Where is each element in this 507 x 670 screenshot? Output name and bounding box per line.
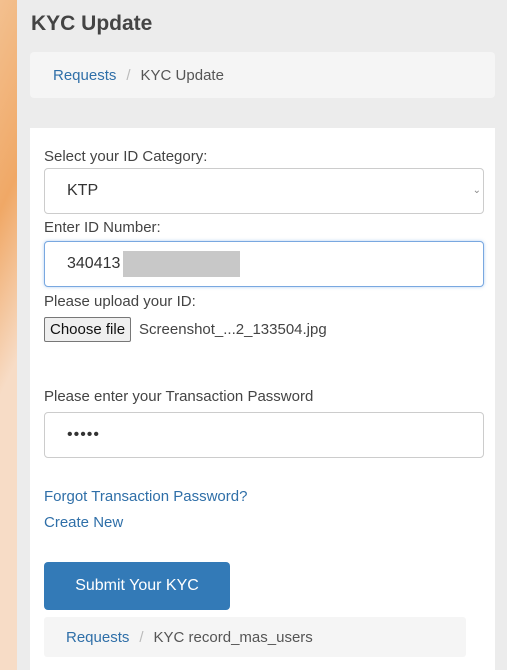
id-number-input[interactable]: 340413	[44, 241, 484, 287]
password-value: •••••	[67, 426, 101, 443]
breadcrumb-current: KYC Update	[140, 66, 224, 84]
file-upload: Choose file Screenshot_...2_133504.jpg	[44, 317, 327, 342]
breadcrumb-requests-link[interactable]: Requests	[53, 67, 116, 84]
id-category-select[interactable]: KTP ⌄	[44, 168, 484, 214]
breadcrumb2-requests-link[interactable]: Requests	[66, 629, 129, 646]
secondary-breadcrumb: Requests / KYC record_mas_users	[44, 617, 466, 657]
breadcrumb: Requests / KYC Update	[30, 52, 495, 98]
password-label: Please enter your Transaction Password	[44, 388, 314, 405]
upload-label: Please upload your ID:	[44, 293, 196, 310]
id-category-label: Select your ID Category:	[44, 148, 208, 165]
kyc-form: Select your ID Category: KTP ⌄ Enter ID …	[30, 128, 495, 670]
transaction-password-input[interactable]: •••••	[44, 412, 484, 458]
redaction-block	[123, 251, 241, 277]
id-category-value: KTP	[67, 182, 99, 199]
id-number-label: Enter ID Number:	[44, 219, 161, 236]
breadcrumb-separator: /	[126, 66, 131, 84]
breadcrumb2-separator: /	[139, 628, 144, 646]
forgot-password-link[interactable]: Forgot Transaction Password?	[44, 488, 247, 505]
selected-file-name: Screenshot_...2_133504.jpg	[139, 321, 327, 338]
choose-file-button[interactable]: Choose file	[44, 317, 132, 342]
chevron-down-icon: ⌄	[472, 185, 481, 196]
create-new-link[interactable]: Create New	[44, 514, 123, 531]
page-title: KYC Update	[31, 12, 153, 35]
id-number-value: 340413	[67, 255, 121, 272]
submit-kyc-button[interactable]: Submit Your KYC	[44, 562, 230, 610]
kyc-page: KYC Update Requests / KYC Update Select …	[17, 0, 507, 670]
breadcrumb2-current: KYC record_mas_users	[153, 628, 313, 646]
